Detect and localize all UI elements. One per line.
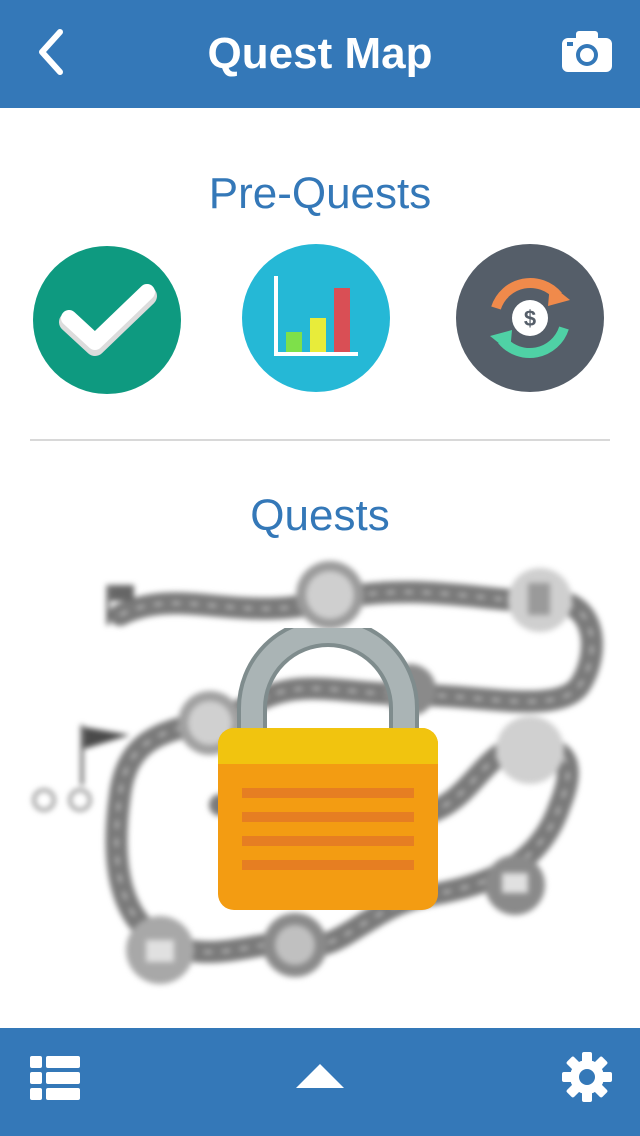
top-navigation-bar: Quest Map (0, 0, 640, 108)
section-divider (30, 439, 610, 441)
svg-text:$: $ (524, 306, 536, 331)
back-button[interactable] (22, 24, 78, 80)
bar-chart-icon (274, 276, 358, 356)
gear-icon (562, 1052, 612, 1102)
caret-up-icon (296, 1064, 344, 1088)
list-icon (30, 1056, 80, 1100)
chevron-left-icon (39, 29, 63, 75)
money-exchange-icon: $ (490, 278, 570, 358)
settings-button[interactable] (560, 1050, 614, 1104)
page-title: Quest Map (207, 29, 433, 78)
quests-heading: Quests (250, 491, 390, 540)
pre-quests-heading: Pre-Quests (208, 169, 432, 218)
list-button[interactable] (28, 1054, 82, 1102)
pre-quest-money-exchange[interactable]: $ (456, 244, 604, 392)
pre-quest-completed[interactable] (33, 246, 181, 394)
expand-up-button[interactable] (292, 1058, 348, 1094)
padlock-icon (218, 628, 438, 910)
checkmark-icon (59, 284, 157, 356)
camera-button[interactable] (560, 26, 614, 76)
pre-quest-chart[interactable] (242, 244, 390, 392)
camera-icon (562, 31, 612, 72)
quest-map (0, 545, 640, 1015)
